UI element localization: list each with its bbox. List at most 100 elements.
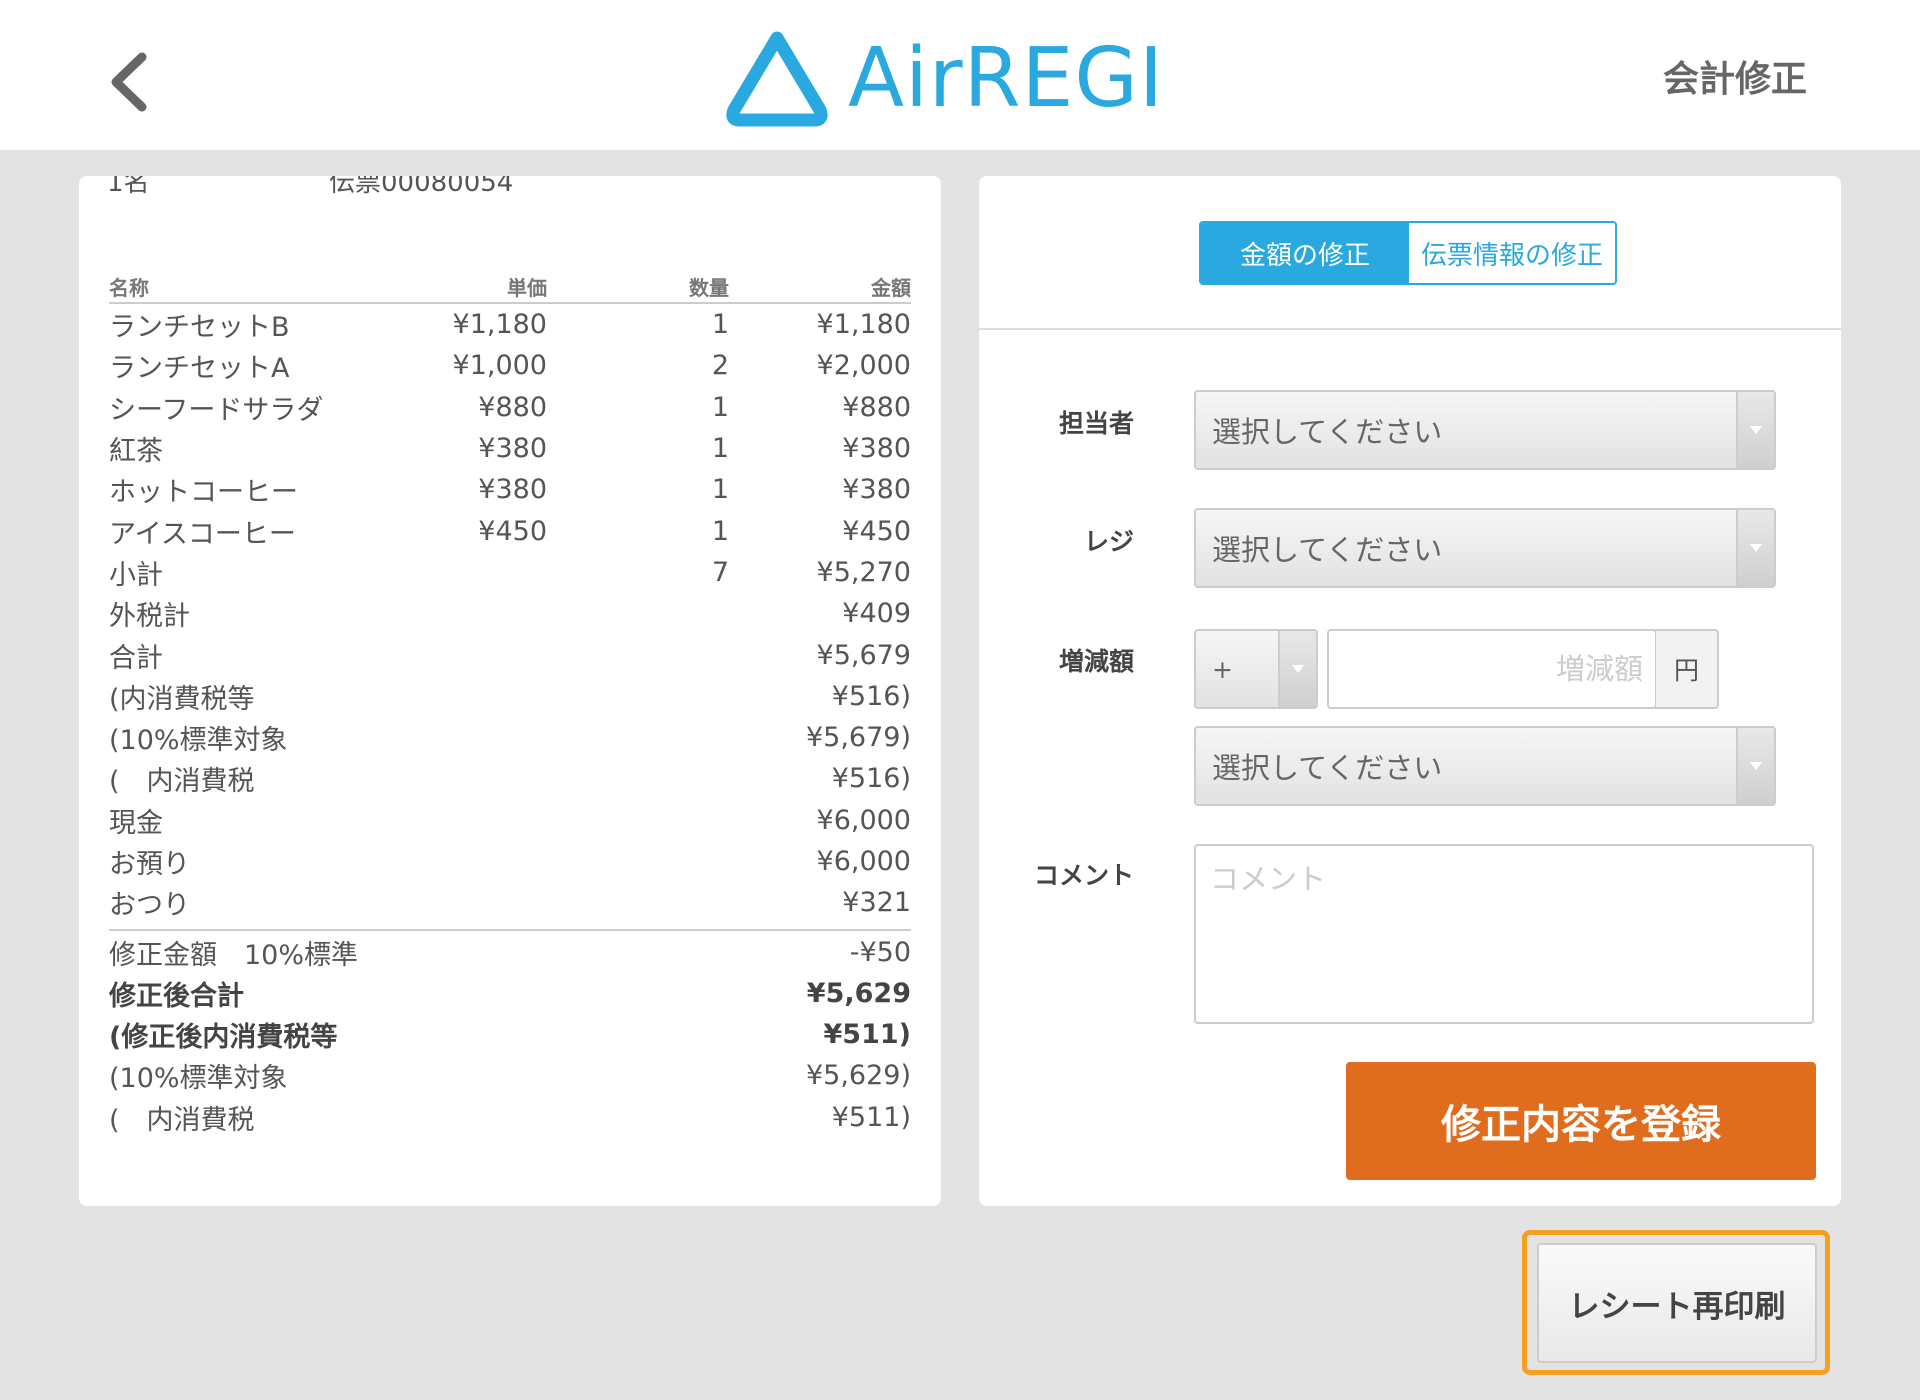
receipt-column-headers: 名称 単価 数量 金額 — [109, 270, 911, 304]
yen-unit: 円 — [1655, 629, 1719, 709]
summary-amount: ¥6,000 — [816, 846, 911, 877]
summary-label: ( 内消費税 — [109, 766, 255, 798]
subtotal-qty: 7 — [711, 556, 729, 588]
col-qty-header: 数量 — [689, 276, 729, 300]
correction-row: 修正後合計 ¥5,629 — [109, 973, 911, 1014]
summary-amount: ¥5,679 — [816, 639, 911, 671]
correction-amount: ¥511) — [831, 1101, 911, 1133]
summary-row: (内消費税等 ¥516) — [109, 676, 911, 717]
summary-label: 合計 — [109, 642, 163, 674]
guest-count: 1名 — [107, 176, 150, 198]
correction-row: (10%標準対象 ¥5,629) — [109, 1055, 911, 1096]
item-qty: 2 — [711, 350, 729, 382]
correction-amount: ¥5,629 — [806, 977, 911, 1009]
receipt-items: ランチセットB ¥1,180 1 ¥1,180 ランチセットA ¥1,000 2… — [109, 304, 911, 593]
sign-select[interactable]: + — [1194, 629, 1318, 709]
col-amount-header: 金額 — [871, 276, 911, 300]
correction-label: (10%標準対象 — [109, 1063, 288, 1095]
dropdown-arrow-icon — [1278, 631, 1316, 707]
correction-form-panel: 金額の修正 伝票情報の修正 担当者 選択してください レジ 選択してください 増… — [979, 176, 1841, 1206]
summary-label: おつり — [109, 890, 190, 922]
item-qty: 1 — [711, 309, 729, 341]
summary-row: ( 内消費税 ¥516) — [109, 758, 911, 799]
comment-textarea[interactable] — [1194, 844, 1814, 1024]
correction-amount: ¥511) — [823, 1019, 912, 1051]
table-row: アイスコーヒー ¥450 1 ¥450 — [109, 510, 911, 551]
summary-row: (10%標準対象 ¥5,679) — [109, 717, 911, 758]
summary-label: (10%標準対象 — [109, 725, 288, 757]
summary-amount: ¥409 — [842, 598, 911, 630]
subtotal-label: 小計 — [109, 559, 163, 591]
adjust-amount-input[interactable] — [1327, 629, 1657, 709]
item-amount: ¥2,000 — [816, 350, 911, 382]
subtotal-row: 小計 7 ¥5,270 — [109, 552, 911, 593]
slip-number: 伝票00080054 — [329, 176, 514, 198]
staff-select[interactable]: 選択してください — [1194, 390, 1776, 470]
summary-label: 外税計 — [109, 601, 190, 633]
receipt-summary: 外税計 ¥409 合計 ¥5,679 (内消費税等 ¥516) (10%標準対象 ¥5,… — [109, 593, 911, 923]
table-row: シーフードサラダ ¥880 1 ¥880 — [109, 387, 911, 428]
item-price: ¥380 — [478, 433, 547, 465]
tab-slip-info-correction[interactable]: 伝票情報の修正 — [1409, 223, 1615, 283]
summary-amount: ¥516) — [831, 680, 911, 712]
staff-select-value: 選択してください — [1212, 415, 1443, 449]
item-price: ¥380 — [478, 474, 547, 506]
item-amount: ¥380 — [842, 474, 911, 506]
correction-label: 修正後合計 — [109, 980, 244, 1012]
reason-select-value: 選択してください — [1212, 751, 1443, 785]
app-header: AirREGI 会計修正 — [0, 0, 1920, 150]
summary-amount: ¥5,679) — [805, 722, 911, 754]
table-row: ランチセットA ¥1,000 2 ¥2,000 — [109, 345, 911, 386]
summary-row: お預り ¥6,000 — [109, 841, 911, 882]
airregi-logo-icon — [726, 31, 828, 127]
back-chevron-icon[interactable] — [100, 45, 160, 120]
item-price: ¥880 — [478, 391, 547, 423]
summary-row: 現金 ¥6,000 — [109, 800, 911, 841]
item-amount: ¥880 — [842, 391, 911, 423]
summary-row: 外税計 ¥409 — [109, 593, 911, 634]
item-qty: 1 — [711, 515, 729, 547]
correction-label: 修正金額 10%標準 — [109, 939, 359, 971]
reason-select[interactable]: 選択してください — [1194, 726, 1776, 806]
item-price: ¥450 — [478, 515, 547, 547]
dropdown-arrow-icon — [1736, 728, 1774, 804]
page-title: 会計修正 — [1662, 59, 1807, 100]
correction-amount: ¥5,629) — [805, 1060, 911, 1092]
summary-label: お預り — [109, 849, 190, 880]
dropdown-arrow-icon — [1736, 392, 1774, 468]
correction-row: 修正金額 10%標準 -¥50 — [109, 931, 911, 972]
register-select[interactable]: 選択してください — [1194, 508, 1776, 588]
item-amount: ¥380 — [842, 433, 911, 465]
col-name-header: 名称 — [109, 276, 149, 300]
summary-amount: ¥321 — [842, 887, 911, 919]
logo-text: AirREGI — [848, 30, 1165, 126]
item-qty: 1 — [711, 391, 729, 423]
mode-tabs: 金額の修正 伝票情報の修正 — [1199, 221, 1617, 285]
item-name: ランチセットA — [109, 353, 290, 385]
dropdown-arrow-icon — [1736, 510, 1774, 586]
register-select-value: 選択してください — [1212, 533, 1443, 567]
correction-summary: 修正金額 10%標準 -¥50 修正後合計 ¥5,629 (修正後内消費税等 ¥511… — [109, 931, 911, 1137]
summary-row: おつり ¥321 — [109, 882, 911, 923]
item-qty: 1 — [711, 474, 729, 506]
subtotal-amount: ¥5,270 — [816, 556, 911, 588]
register-label: レジ — [1083, 527, 1134, 556]
reprint-receipt-button[interactable]: レシート再印刷 — [1537, 1243, 1817, 1363]
correction-row: (修正後内消費税等 ¥511) — [109, 1014, 911, 1055]
staff-label: 担当者 — [1058, 409, 1134, 438]
item-name: ランチセットB — [109, 312, 290, 344]
summary-amount: ¥6,000 — [816, 804, 911, 836]
correction-row: ( 内消費税 ¥511) — [109, 1097, 911, 1138]
correction-label: (修正後内消費税等 — [109, 1022, 338, 1054]
summary-label: 現金 — [109, 807, 163, 839]
col-price-header: 単価 — [507, 276, 547, 300]
summary-label: (内消費税等 — [109, 683, 255, 715]
register-correction-button[interactable]: 修正内容を登録 — [1346, 1062, 1816, 1180]
receipt-header-partial: 1名 伝票00080054 — [107, 176, 911, 202]
table-row: 紅茶 ¥380 1 ¥380 — [109, 428, 911, 469]
table-row: ホットコーヒー ¥380 1 ¥380 — [109, 469, 911, 510]
table-row: ランチセットB ¥1,180 1 ¥1,180 — [109, 304, 911, 345]
tab-amount-correction[interactable]: 金額の修正 — [1201, 223, 1409, 283]
airregi-logo: AirREGI — [722, 28, 1164, 128]
item-price: ¥1,000 — [452, 350, 547, 382]
